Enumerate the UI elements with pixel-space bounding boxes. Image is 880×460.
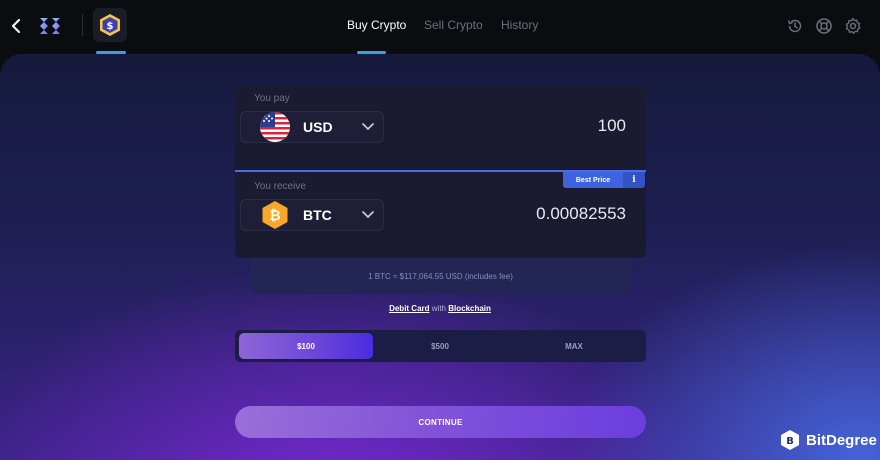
exchange-card: You pay USD 100 Best Price i You receive… — [235, 85, 646, 258]
back-icon — [12, 19, 20, 33]
chevron-down-icon — [361, 208, 375, 222]
payment-method: Debit Card with Blockchain — [0, 304, 880, 313]
best-price-badge: Best Price i — [563, 172, 645, 188]
receive-currency-select[interactable]: ₿ BTC — [240, 199, 384, 231]
debit-card-link[interactable]: Debit Card — [389, 304, 429, 313]
settings-icon — [845, 17, 861, 35]
chevron-down-icon — [361, 120, 375, 134]
bitdegree-watermark: B BitDegree — [780, 428, 877, 452]
exchange-rate: 1 BTC ≈ $117,064.55 USD (includes fee) — [250, 258, 631, 294]
bitcoin-icon: ₿ — [259, 199, 291, 231]
watermark-text: BitDegree — [806, 431, 877, 449]
best-price-label: Best Price — [563, 172, 623, 188]
svg-text:₿: ₿ — [269, 208, 280, 224]
method-with-text: with — [431, 304, 446, 313]
info-icon[interactable]: i — [623, 172, 645, 188]
svg-text:$: $ — [107, 21, 114, 32]
tab-buy-crypto[interactable]: Buy Crypto — [347, 18, 406, 32]
preset-max-button[interactable]: MAX — [507, 333, 641, 359]
svg-text:B: B — [786, 436, 794, 447]
continue-button[interactable]: CONTINUE — [235, 406, 646, 438]
blockchain-link[interactable]: Blockchain — [448, 304, 491, 313]
receive-amount-input[interactable] — [426, 204, 626, 224]
history-icon — [787, 19, 802, 33]
history-button[interactable] — [785, 16, 805, 36]
pay-currency-code: USD — [303, 119, 333, 135]
support-button[interactable] — [814, 16, 834, 36]
support-icon — [816, 18, 832, 34]
exchange-rate-text: 1 BTC ≈ $117,064.55 USD (includes fee) — [368, 271, 513, 281]
wallet-app-tab[interactable]: $ — [93, 8, 127, 42]
back-button[interactable] — [8, 16, 24, 36]
us-flag-icon — [259, 111, 291, 143]
settings-button[interactable] — [843, 16, 863, 36]
top-bar: $ Buy Crypto Sell Crypto History — [0, 0, 880, 54]
amount-preset-tabs: $100 $500 MAX — [235, 330, 646, 362]
pay-currency-select[interactable]: USD — [240, 111, 384, 143]
receive-label: You receive — [254, 181, 306, 192]
tab-history[interactable]: History — [501, 18, 538, 32]
dollar-coin-icon: $ — [100, 14, 120, 36]
header-divider — [82, 14, 83, 36]
exodus-logo[interactable] — [36, 12, 64, 40]
preset-500-button[interactable]: $500 — [373, 333, 507, 359]
receive-currency-code: BTC — [303, 207, 332, 223]
preset-100-button[interactable]: $100 — [239, 333, 373, 359]
tab-sell-crypto[interactable]: Sell Crypto — [424, 18, 483, 32]
bitdegree-logo-icon: B — [781, 430, 799, 450]
pay-label: You pay — [254, 93, 290, 104]
pay-amount-input[interactable] — [466, 116, 626, 136]
